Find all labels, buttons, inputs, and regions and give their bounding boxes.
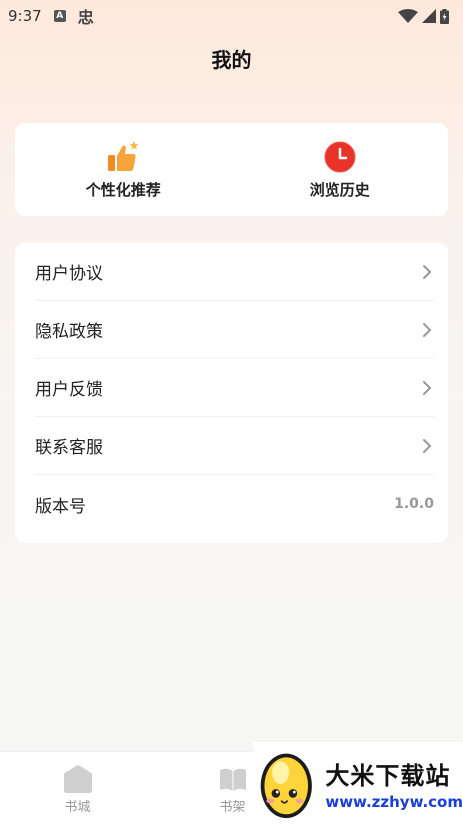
page-title: 我的: [211, 48, 252, 72]
bookshelf-icon: [219, 768, 246, 791]
chevron-right-icon: [423, 264, 432, 279]
menu-item-label: 隐私政策: [35, 322, 103, 342]
menu-item-user-agreement[interactable]: 用户协议: [35, 243, 434, 301]
menu-item-version: 版本号 1.0.0: [35, 475, 434, 533]
chevron-right-icon: [423, 322, 432, 337]
menu-item-label: 联系客服: [35, 438, 103, 458]
clock-icon: [324, 141, 356, 173]
egg-mascot-logo: [260, 753, 312, 819]
status-icons: [398, 8, 449, 24]
status-bar: 9:37 A 忠: [0, 0, 463, 32]
book-city-icon: [63, 765, 92, 793]
menu-item-label: 用户协议: [35, 264, 103, 284]
menu-item-privacy-policy[interactable]: 隐私政策: [35, 301, 434, 359]
quick-actions-card: 个性化推荐 浏览历史: [15, 123, 448, 216]
tab-label: 书城: [64, 800, 91, 815]
wifi-icon: [398, 9, 418, 23]
chevron-right-icon: [423, 380, 432, 395]
notification-a-icon: A: [53, 10, 66, 22]
browse-history-label: 浏览历史: [309, 181, 370, 199]
version-label: 版本号: [35, 496, 86, 517]
personalized-recommend-label: 个性化推荐: [85, 181, 161, 199]
tab-label: 书架: [219, 800, 246, 815]
watermark-overlay: 大米下载站 www.zzhyw.com: [253, 742, 463, 824]
watermark-text: 大米下载站 www.zzhyw.com: [325, 756, 463, 811]
personalized-recommend-button[interactable]: 个性化推荐: [15, 123, 232, 216]
version-value: 1.0.0: [394, 496, 434, 512]
notification-app-icon: 忠: [77, 8, 94, 27]
menu-item-label: 用户反馈: [35, 380, 103, 400]
menu-item-user-feedback[interactable]: 用户反馈: [35, 359, 434, 417]
battery-icon: [440, 8, 449, 24]
watermark-site-url: www.zzhyw.com: [325, 792, 463, 811]
menu-item-contact-support[interactable]: 联系客服: [35, 417, 434, 475]
chevron-right-icon: [423, 438, 432, 453]
signal-icon: [422, 9, 436, 23]
browse-history-button[interactable]: 浏览历史: [232, 123, 449, 216]
watermark-site-name: 大米下载站: [325, 761, 451, 790]
status-time: 9:37: [8, 7, 42, 25]
tab-book-city[interactable]: 书城: [0, 752, 155, 824]
thumbs-up-icon: [108, 141, 139, 171]
settings-menu-card: 用户协议 隐私政策 用户反馈 联系客服 版本号 1.0.0: [15, 243, 448, 543]
